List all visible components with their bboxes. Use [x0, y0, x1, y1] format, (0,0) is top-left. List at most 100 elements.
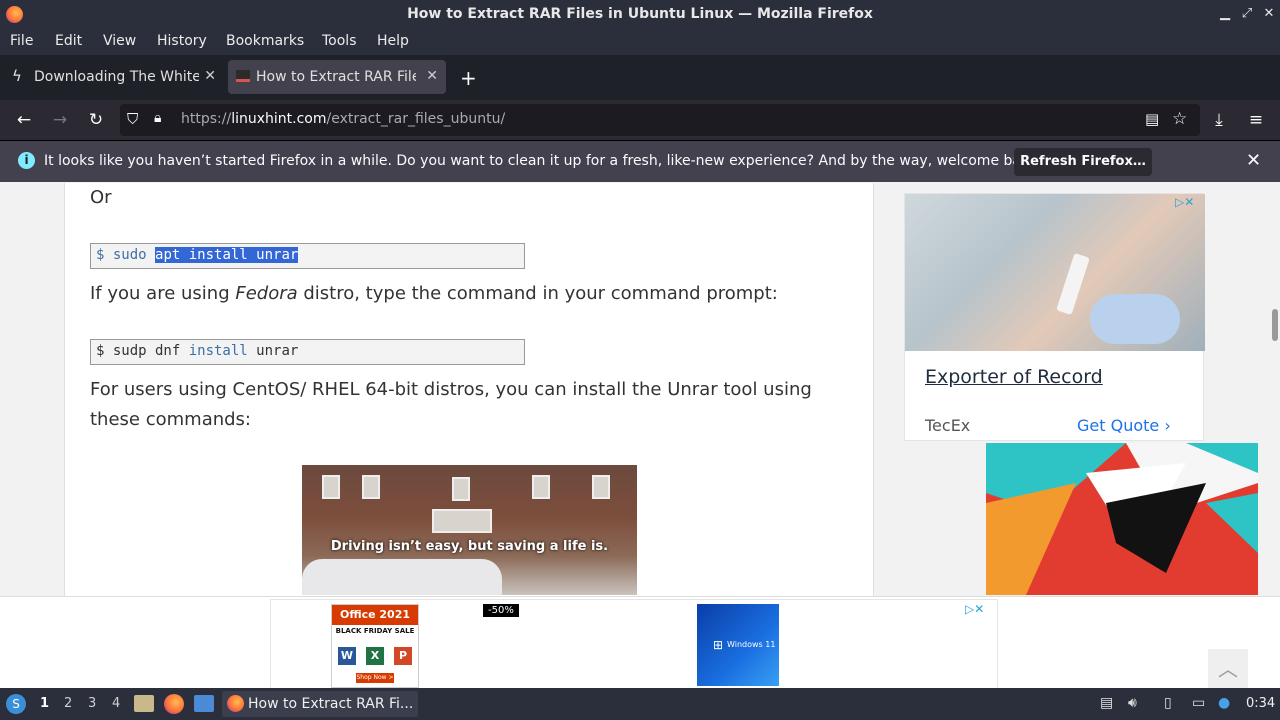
back-button[interactable]: ← — [12, 108, 36, 132]
clock: 0:34 — [1246, 696, 1276, 711]
menu-help[interactable]: Help — [377, 33, 409, 49]
abstract-art — [986, 443, 1258, 595]
workspace-1[interactable]: 1 — [40, 696, 49, 711]
fedora-em: Fedora — [235, 283, 298, 304]
scroll-to-top-button[interactable]: ︿ — [1208, 649, 1248, 689]
close-tab-icon[interactable]: ✕ — [426, 68, 438, 84]
taskbar-firefox-window[interactable]: How to Extract RAR Fi... — [222, 691, 418, 717]
menu-hamburger-button[interactable]: ≡ — [1244, 108, 1268, 132]
window-title: How to Extract RAR Files in Ubuntu Linux… — [407, 6, 873, 22]
ad-image — [905, 194, 1205, 351]
tab-label: Downloading The White House — [34, 69, 199, 85]
workspace-4[interactable]: 4 — [112, 696, 120, 711]
shop-now-button[interactable]: Shop Now > — [356, 673, 394, 683]
windows-ad[interactable]: ⊞ Windows 11 — [697, 604, 779, 686]
tab-label: How to Extract RAR Files in Ubuntu — [256, 69, 416, 85]
abstract-ad[interactable] — [986, 443, 1258, 595]
terminal-icon[interactable] — [194, 695, 214, 712]
menu-edit[interactable]: Edit — [55, 33, 82, 49]
ad-title[interactable]: Exporter of Record — [925, 366, 1103, 388]
or-text: Or — [90, 187, 112, 208]
reader-view-icon[interactable]: ▤ — [1145, 110, 1159, 128]
adchoices-icon[interactable]: ▷✕ — [965, 602, 984, 616]
excel-icon: X — [366, 647, 384, 665]
window-titlebar: How to Extract RAR Files in Ubuntu Linux… — [0, 0, 1280, 29]
fedora-post: distro, type the command in your command… — [297, 283, 778, 304]
task-label: How to Extract RAR Fi... — [248, 696, 414, 712]
ad-brand: TecEx — [925, 416, 971, 435]
shield-icon[interactable]: ⛉ — [127, 110, 138, 128]
url-bar[interactable]: ⛉ 🔒︎ https://linuxhint.com/extract_rar_f… — [120, 104, 1200, 136]
close-tab-icon[interactable]: ✕ — [204, 68, 216, 84]
tab-downloading[interactable]: ϟ Downloading The White House ✕ — [2, 60, 224, 94]
get-quote-link[interactable]: Get Quote › — [1077, 416, 1171, 435]
scrollbar-thumb[interactable] — [1272, 309, 1278, 341]
new-tab-button[interactable]: + — [460, 66, 477, 90]
adchoices-icon[interactable]: ▷✕ — [1175, 195, 1194, 209]
code-block-dnf[interactable]: $ sudp dnf install unrar — [90, 339, 525, 365]
menu-bookmarks[interactable]: Bookmarks — [226, 33, 304, 49]
bottom-ad-banner: Office 2021 BLACK FRIDAY SALE W X P Shop… — [0, 596, 1280, 689]
menu-bar: File Edit View History Bookmarks Tools H… — [0, 29, 1280, 55]
menu-view[interactable]: View — [103, 33, 136, 49]
firefox-icon — [227, 695, 244, 712]
code-prompt: $ sudo — [96, 247, 156, 263]
code-prompt: $ sudp dnf — [96, 343, 189, 359]
fedora-pre: If you are using — [90, 283, 236, 304]
selected-code: apt install unrar — [155, 247, 299, 263]
sidebar-ad[interactable]: ▷✕ Exporter of Record TecEx Get Quote › — [904, 193, 1205, 441]
building-window — [452, 477, 470, 501]
tray-device-icon[interactable]: ▤ — [1100, 695, 1113, 711]
tab-extract-rar[interactable]: How to Extract RAR Files in Ubuntu ✕ — [228, 60, 446, 94]
clipboard-icon[interactable]: ▯ — [1164, 695, 1172, 711]
linuxhint-icon — [236, 70, 250, 82]
close-window-button[interactable]: ✕ — [1259, 4, 1279, 24]
word-icon: W — [338, 647, 356, 665]
building-window — [362, 475, 380, 499]
minimize-button[interactable]: ▁ — [1215, 4, 1235, 24]
powerpoint-icon: P — [394, 647, 412, 665]
refresh-firefox-button[interactable]: Refresh Firefox… — [1014, 148, 1152, 176]
office-title: Office 2021 — [332, 605, 418, 625]
close-notification-icon[interactable]: ✕ — [1246, 150, 1261, 171]
notification-bar: i It looks like you haven’t started Fire… — [0, 140, 1280, 182]
vial-shape — [1056, 252, 1090, 316]
windows-label: Windows 11 — [727, 640, 776, 649]
windows-logo-icon: ⊞ — [713, 638, 724, 652]
centos-paragraph: For users using CentOS/ RHEL 64-bit dist… — [90, 379, 812, 430]
bookmark-star-icon[interactable]: ☆ — [1172, 109, 1187, 129]
maximize-button[interactable]: ⤢ — [1237, 4, 1257, 24]
menu-tools[interactable]: Tools — [322, 33, 357, 49]
updates-icon[interactable]: ● — [1218, 695, 1230, 711]
cta-label: Get Quote — [1077, 416, 1160, 435]
firefox-launcher-icon[interactable] — [164, 694, 184, 714]
workspace-2[interactable]: 2 — [64, 696, 72, 711]
menu-file[interactable]: File — [10, 33, 33, 49]
building-window — [322, 475, 340, 499]
menu-history[interactable]: History — [157, 33, 207, 49]
file-manager-icon[interactable] — [134, 695, 154, 712]
volume-icon[interactable]: 🔊︎ — [1128, 695, 1137, 711]
reload-button[interactable]: ↻ — [84, 108, 108, 132]
downloads-button[interactable]: ⤓ — [1207, 108, 1231, 132]
office-ad[interactable]: Office 2021 BLACK FRIDAY SALE W X P Shop… — [331, 604, 419, 688]
workspace-3[interactable]: 3 — [88, 696, 96, 711]
notification-message: It looks like you haven’t started Firefo… — [44, 153, 1043, 169]
video-caption: Driving isn’t easy, but saving a life is… — [330, 539, 609, 554]
navigation-bar: ← → ↻ ⛉ 🔒︎ https://linuxhint.com/extract… — [0, 100, 1280, 140]
url-text[interactable]: https://linuxhint.com/extract_rar_files_… — [181, 111, 505, 127]
start-menu-icon[interactable]: S — [6, 694, 26, 714]
display-icon[interactable]: ▭ — [1192, 695, 1205, 711]
forward-button[interactable]: → — [48, 108, 72, 132]
glove-shape — [1090, 294, 1180, 344]
info-icon: i — [18, 152, 35, 169]
lock-icon[interactable]: 🔒︎ — [154, 110, 161, 126]
van-shape — [302, 559, 502, 595]
video-ad[interactable]: Driving isn’t easy, but saving a life is… — [302, 465, 637, 595]
code-block-apt[interactable]: $ sudo apt install unrar — [90, 243, 525, 269]
office-sale: BLACK FRIDAY SALE — [335, 627, 415, 635]
building-window — [592, 475, 610, 499]
taskbar: S 1 2 3 4 How to Extract RAR Fi... ▤ 🔊︎ … — [0, 688, 1280, 720]
discount-badge: -50% — [483, 604, 519, 617]
bottom-ad-frame[interactable]: Office 2021 BLACK FRIDAY SALE W X P Shop… — [270, 599, 998, 689]
